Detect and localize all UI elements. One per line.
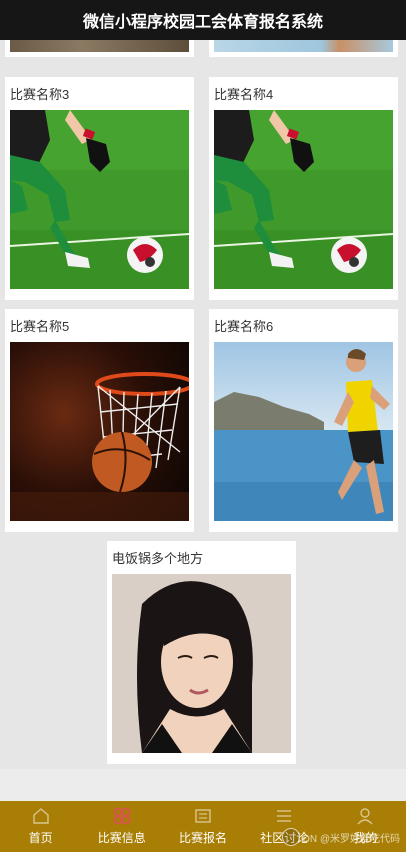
tab-registration[interactable]: 比赛报名	[162, 801, 243, 852]
competition-card-partial[interactable]	[209, 40, 398, 57]
tab-label: 首页	[28, 831, 53, 845]
home-icon	[32, 808, 49, 824]
watermark-logo-icon	[281, 828, 300, 846]
list-bottom-spacer	[0, 769, 406, 801]
runner-image	[214, 342, 393, 521]
competition-title: 比赛名称6	[214, 319, 274, 334]
competition-image-partial	[10, 40, 189, 52]
portrait-image	[112, 574, 291, 753]
competition-card-partial[interactable]	[5, 40, 194, 57]
competition-title: 比赛名称3	[10, 87, 70, 102]
basketball-image	[10, 342, 189, 521]
tab-label: 比赛报名	[179, 831, 228, 845]
page-title: 微信小程序校园工会体育报名系统	[82, 14, 323, 31]
watermark: DN @米罗好爱吃代码	[281, 828, 400, 846]
grid-icon	[113, 807, 131, 825]
competition-list[interactable]: 比赛名称3 比赛名称4 比赛名称5 比赛名称6 电饭锅多个地方	[0, 40, 406, 801]
user-icon	[357, 808, 373, 825]
competition-card[interactable]: 比赛名称6	[209, 309, 398, 532]
competition-card[interactable]: 比赛名称3	[5, 77, 194, 300]
competition-title: 比赛名称5	[10, 319, 70, 334]
watermark-text: DN @米罗好爱吃代码	[302, 833, 400, 845]
soccer-image	[10, 110, 189, 289]
competition-card[interactable]: 比赛名称5	[5, 309, 194, 532]
competition-image-partial	[214, 40, 393, 52]
soccer-image	[214, 110, 393, 289]
form-icon	[195, 809, 211, 823]
bottom-tabbar: 首页 比赛信息 比赛报名 社区讨论 我的 DN @米罗好爱吃代码	[0, 801, 406, 852]
app-root: 微信小程序校园工会体育报名系统 比赛名称3 比赛名称4 比赛名称5 比赛名称6 …	[0, 0, 406, 852]
tab-home[interactable]: 首页	[0, 801, 81, 852]
competition-title: 电饭锅多个地方	[112, 551, 204, 566]
tab-label: 比赛信息	[97, 831, 146, 845]
competition-card[interactable]: 电饭锅多个地方	[107, 541, 296, 764]
competition-card[interactable]: 比赛名称4	[209, 77, 398, 300]
tab-competition-info[interactable]: 比赛信息	[81, 801, 162, 852]
competition-title: 比赛名称4	[214, 87, 274, 102]
list-icon	[277, 810, 292, 822]
page-title-bar: 微信小程序校园工会体育报名系统	[0, 0, 406, 40]
